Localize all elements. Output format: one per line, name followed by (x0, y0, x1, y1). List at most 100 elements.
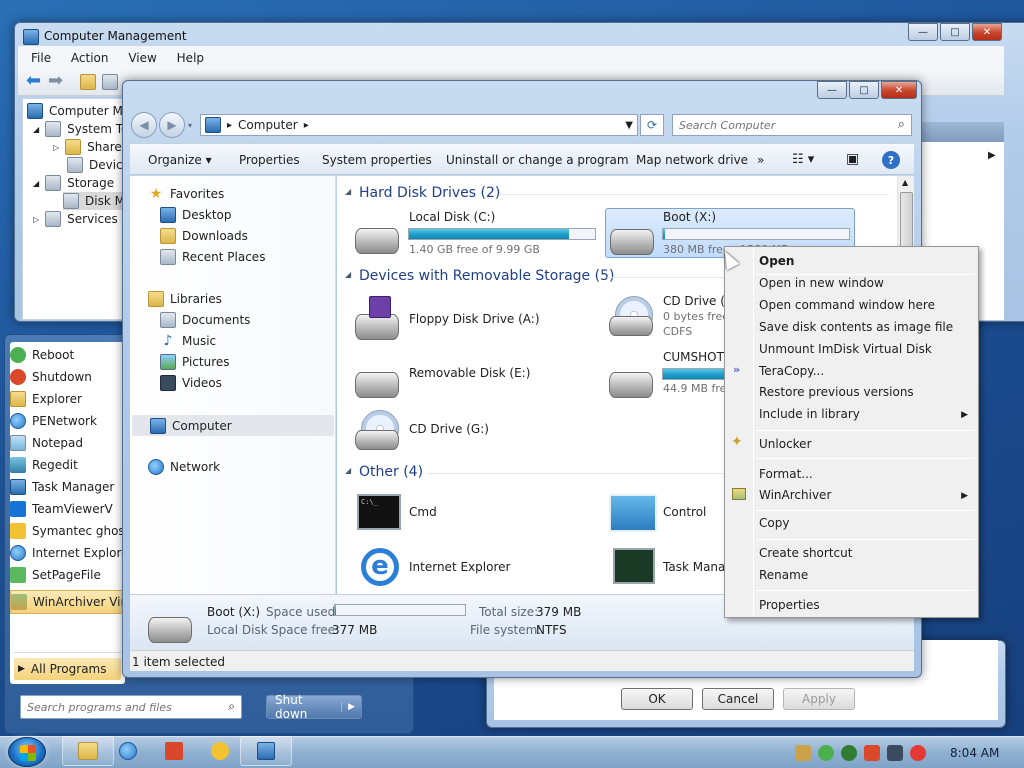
group-header-removable-storage[interactable]: Devices with Removable Storage (5) (359, 268, 614, 284)
address-segment-computer[interactable]: Computer (238, 118, 298, 132)
drive-tile-cd-g[interactable]: CD Drive (G:) (351, 408, 601, 458)
tree-item-shared-folders[interactable]: ▷ Shared (53, 139, 129, 155)
address-dropdown-icon[interactable]: ▼ (625, 120, 633, 131)
start-item-task-manager[interactable]: Task Manager (10, 476, 114, 498)
tray-shield-icon[interactable] (818, 745, 834, 761)
context-menu-item-save-disk-contents-as-image-file[interactable]: Save disk contents as image file (759, 320, 953, 334)
search-icon[interactable]: ⌕ (228, 699, 235, 714)
context-menu-item-open-in-new-window[interactable]: Open in new window (759, 276, 884, 290)
tree-item-device-manager[interactable]: Device (67, 157, 130, 173)
nav-desktop[interactable]: Desktop (160, 205, 232, 225)
system-properties-command[interactable]: System properties (322, 150, 432, 170)
start-button[interactable] (8, 737, 46, 767)
tray-winarchiver-icon[interactable] (795, 745, 811, 761)
start-search-input[interactable] (27, 699, 215, 715)
drive-tile-floppy-a[interactable]: Floppy Disk Drive (A:) (351, 294, 601, 344)
tree-item-computer-management[interactable]: Computer Ma (27, 103, 130, 119)
start-item-regedit[interactable]: Regedit (10, 454, 78, 476)
taskbar-internet-explorer-button[interactable] (102, 736, 154, 766)
taskbar-ghost-button[interactable] (194, 736, 246, 766)
start-item-penetwork[interactable]: PENetwork (10, 410, 97, 432)
explorer-close-button[interactable]: ✕ (881, 81, 917, 99)
explorer-minimize-button[interactable]: — (817, 81, 847, 99)
taskbar-regedit-button[interactable] (148, 736, 200, 766)
nav-recent-places[interactable]: Recent Places (160, 247, 265, 267)
recent-pages-arrow-icon[interactable]: ▾ (188, 121, 192, 130)
nav-music[interactable]: ♪ Music (160, 331, 217, 351)
tray-network-icon[interactable] (887, 745, 903, 761)
group-collapse-icon[interactable]: ◢ (345, 466, 351, 475)
nav-favorites[interactable]: ★ Favorites (148, 184, 225, 204)
uninstall-program-command[interactable]: Uninstall or change a program (446, 150, 629, 170)
drive-tile-removable-e[interactable]: Removable Disk (E:) (351, 352, 601, 402)
more-commands-button[interactable]: » (757, 150, 764, 170)
nav-computer[interactable]: Computer (132, 415, 334, 436)
explorer-forward-button[interactable]: ▶ (159, 112, 185, 138)
nav-documents[interactable]: Documents (160, 310, 250, 330)
nav-network[interactable]: Network (148, 457, 220, 477)
organize-menu[interactable]: Organize ▾ (148, 150, 212, 170)
taskbar-computer-management-button[interactable] (240, 736, 292, 766)
tree-item-storage[interactable]: ◢ Storage (33, 175, 114, 191)
start-item-symantec-ghost[interactable]: Symantec ghost (10, 520, 129, 542)
context-menu-item-format[interactable]: Format... (759, 467, 813, 481)
cm-maximize-button[interactable]: □ (940, 23, 970, 41)
cm-close-button[interactable]: ✕ (972, 23, 1002, 41)
ok-button[interactable]: OK (621, 688, 693, 710)
tree-item-disk-management[interactable]: Disk M (63, 192, 125, 210)
nav-libraries[interactable]: Libraries (148, 289, 222, 309)
nav-downloads[interactable]: Downloads (160, 226, 248, 246)
context-menu-item-unmount-imdisk-virtual-disk[interactable]: Unmount ImDisk Virtual Disk (759, 342, 932, 356)
context-menu-item-unlocker[interactable]: Unlocker (759, 437, 812, 451)
explorer-maximize-button[interactable]: □ (849, 81, 879, 99)
context-menu-item-open-command-window-here[interactable]: Open command window here (759, 298, 935, 312)
properties-command[interactable]: Properties (239, 150, 300, 170)
context-menu-item-properties[interactable]: Properties (759, 598, 820, 612)
start-item-teamviewer[interactable]: TeamViewerV (10, 498, 113, 520)
show-hide-tree-icon[interactable] (102, 74, 118, 90)
start-item-setpagefile[interactable]: SetPageFile (10, 564, 101, 586)
menu-view[interactable]: View (128, 51, 156, 65)
preview-pane-icon[interactable]: ▣ (846, 151, 859, 167)
group-collapse-icon[interactable]: ◢ (345, 270, 351, 279)
start-item-shutdown[interactable]: Shutdown (10, 366, 92, 388)
start-item-notepad[interactable]: Notepad (10, 432, 83, 454)
search-computer-input[interactable] (679, 118, 879, 133)
context-menu-item-restore-previous-versions[interactable]: Restore previous versions (759, 385, 914, 399)
shutdown-button[interactable]: Shut down ▶ (266, 693, 362, 721)
item-tile-internet-explorer[interactable]: e Internet Explorer (351, 546, 601, 590)
nav-pictures[interactable]: Pictures (160, 352, 230, 372)
context-menu-item-winarchiver[interactable]: WinArchiver (759, 488, 831, 502)
start-item-internet-explorer[interactable]: Internet Explorer (10, 542, 133, 564)
back-arrow-icon[interactable]: ⬅ (26, 72, 41, 90)
tray-play-icon[interactable] (841, 745, 857, 761)
drive-tile-local-c[interactable]: Local Disk (C:) 1.40 GB free of 9.99 GB (351, 208, 601, 260)
group-header-hard-disk-drives[interactable]: Hard Disk Drives (2) (359, 185, 500, 201)
address-separator[interactable]: ▸ (227, 120, 232, 131)
address-bar[interactable]: ▸ Computer ▸ ▼ (200, 114, 638, 136)
tree-item-services[interactable]: ▷ Services ar (33, 211, 134, 227)
up-folder-icon[interactable] (80, 74, 96, 90)
menu-action[interactable]: Action (71, 51, 109, 65)
shutdown-options-arrow-icon[interactable]: ▶ (341, 702, 361, 712)
context-menu-item-open[interactable]: Open (759, 254, 794, 268)
context-menu-item-rename[interactable]: Rename (759, 568, 808, 582)
start-item-reboot[interactable]: Reboot (10, 344, 74, 366)
search-icon[interactable]: ⌕ (898, 117, 905, 132)
refresh-button[interactable]: ⟳ (640, 114, 664, 136)
change-view-icon[interactable]: ☷ ▾ (792, 152, 814, 167)
all-programs-button[interactable]: ▶ All Programs (14, 658, 121, 680)
start-item-winarchiver[interactable]: WinArchiver Virt (10, 590, 130, 614)
context-menu-item-copy[interactable]: Copy (759, 516, 789, 530)
group-header-other[interactable]: Other (4) (359, 464, 423, 480)
taskbar-clock[interactable]: 8:04 AM (950, 746, 999, 760)
start-search-box[interactable]: ⌕ (20, 695, 242, 719)
tray-update-icon[interactable] (864, 745, 880, 761)
menu-file[interactable]: File (31, 51, 51, 65)
search-box[interactable]: ⌕ (672, 114, 912, 136)
forward-arrow-icon[interactable]: ➡ (48, 72, 63, 90)
tree-item-system-tools[interactable]: ◢ System To (33, 121, 128, 137)
address-separator-end[interactable]: ▸ (304, 120, 309, 131)
nav-videos[interactable]: Videos (160, 373, 222, 393)
menu-help[interactable]: Help (177, 51, 204, 65)
